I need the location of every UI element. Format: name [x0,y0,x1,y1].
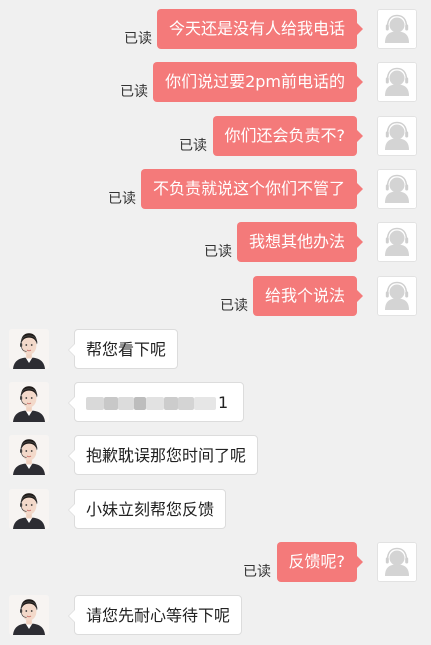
agent-avatar[interactable] [9,435,49,475]
redacted-block [134,396,146,410]
user-avatar-icon[interactable] [377,9,417,49]
sent-message-bubble[interactable]: 反馈呢? [276,542,363,582]
user-avatar-icon[interactable] [377,116,417,156]
read-status: 已读 [124,31,152,47]
user-avatar-icon[interactable] [377,542,417,582]
message-text: 我想其他办法 [248,232,345,251]
message-row-9: 抱歉耽误那您时间了呢 [0,435,431,477]
redacted-block [104,396,118,410]
agent-avatar[interactable] [9,329,49,369]
message-row-1: 今天还是没有人给我电话 已读 [0,9,431,51]
message-row-6: 给我个说法 已读 [0,276,431,318]
message-row-11: 反馈呢? 已读 [0,542,431,584]
redacted-block [164,396,178,410]
message-text: 小妹立刻帮您反馈 [86,500,215,519]
redacted-text-blur [86,384,216,424]
sent-message-bubble[interactable]: 不负责就说这个你们不管了 [140,169,364,209]
read-status: 已读 [179,138,207,154]
user-avatar-icon[interactable] [377,276,417,316]
received-message-bubble[interactable]: 1 [68,382,244,424]
message-text: 给我个说法 [264,286,345,305]
redacted-block [194,396,216,410]
sent-message-bubble[interactable]: 你们还会负责不? [212,116,363,156]
message-text: 抱歉耽误那您时间了呢 [86,446,247,465]
sent-message-bubble[interactable]: 你们说过要2pm前电话的 [153,62,363,102]
agent-avatar[interactable] [9,595,49,635]
message-text: 1 [218,393,229,412]
message-text: 你们还会负责不? [224,126,346,145]
message-row-10: 小妹立刻帮您反馈 [0,489,431,531]
message-text: 请您先耐心等待下呢 [86,606,231,625]
sent-message-bubble[interactable]: 我想其他办法 [236,222,364,262]
user-avatar-icon[interactable] [377,62,417,102]
read-status: 已读 [220,298,248,314]
message-row-2: 你们说过要2pm前电话的已读 [0,62,431,104]
message-text: 今天还是没有人给我电话 [168,19,345,38]
message-row-4: 不负责就说这个你们不管了 已读 [0,169,431,211]
message-row-5: 我想其他办法 已读 [0,222,431,264]
message-text: 不负责就说这个你们不管了 [152,179,345,198]
read-status: 已读 [120,84,148,100]
received-message-bubble[interactable]: 帮您看下呢 [67,329,179,369]
chat-thread[interactable]: 今天还是没有人给我电话 已读 你们说过要2pm前电话的 已读 你们还会负责不? 已读 不负责… [0,0,431,645]
sent-message-bubble[interactable]: 给我个说法 [252,276,364,316]
message-text: 帮您看下呢 [86,340,167,359]
redacted-block [146,396,164,410]
redacted-block [178,396,194,410]
message-row-8: 1 [0,382,431,424]
user-avatar-icon[interactable] [377,169,417,209]
redacted-block [118,396,134,410]
agent-avatar[interactable] [9,382,49,422]
read-status: 已读 [108,191,136,207]
sent-message-bubble[interactable]: 今天还是没有人给我电话 [156,9,364,49]
message-text: 反馈呢? [288,552,346,571]
read-status: 已读 [243,564,271,580]
message-row-7: 帮您看下呢 [0,329,431,371]
message-text: 你们说过要2pm前电话的 [165,72,345,91]
user-avatar-icon[interactable] [377,222,417,262]
message-row-3: 你们还会负责不? 已读 [0,116,431,158]
read-status: 已读 [204,244,232,260]
redacted-block [86,396,104,410]
message-row-12: 请您先耐心等待下呢 [0,595,431,637]
received-message-bubble[interactable]: 小妹立刻帮您反馈 [67,489,227,529]
received-message-bubble[interactable]: 抱歉耽误那您时间了呢 [67,435,259,475]
agent-avatar[interactable] [9,489,49,529]
received-message-bubble[interactable]: 请您先耐心等待下呢 [67,595,243,635]
